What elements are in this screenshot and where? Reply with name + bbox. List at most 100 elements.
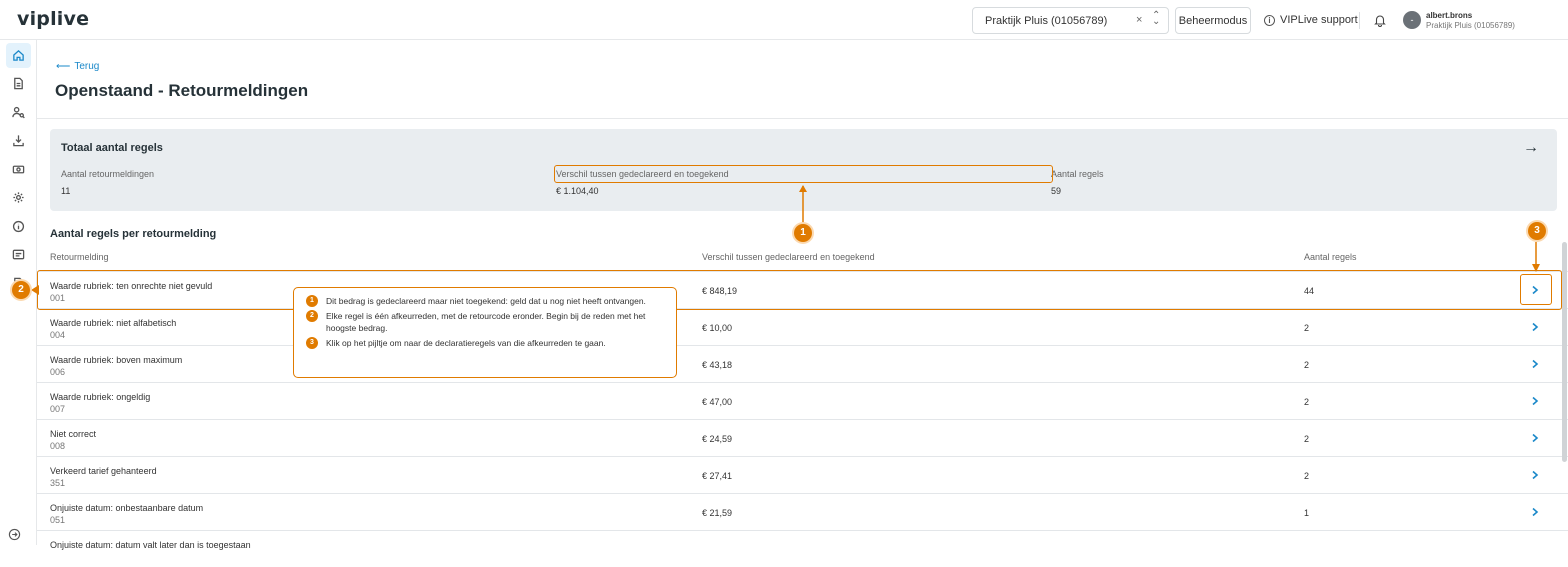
back-label: Terug	[74, 61, 100, 72]
tooltip-badge: 3	[306, 337, 318, 349]
page-title: Openstaand - Retourmeldingen	[55, 81, 309, 100]
info-icon[interactable]	[6, 214, 31, 239]
tooltip-badge: 2	[306, 310, 318, 322]
download-icon[interactable]	[6, 128, 31, 153]
logout-icon[interactable]	[8, 528, 21, 541]
annotation-arrow	[1532, 242, 1540, 272]
divider	[37, 118, 1568, 119]
money-icon[interactable]	[6, 157, 31, 182]
arrow-left-icon: ⟵	[56, 61, 71, 72]
table-row[interactable]: Verkeerd tarief gehanteerd 351 € 27,41 2	[37, 456, 1568, 493]
stat-value: 11	[61, 186, 71, 196]
divider	[1359, 12, 1360, 29]
settings-icon[interactable]	[6, 185, 31, 210]
support-label: VIPLive support	[1280, 14, 1358, 26]
scrollbar[interactable]	[1562, 242, 1567, 462]
annotation-badge: 2	[12, 281, 30, 299]
amount-cell: € 24,59	[702, 434, 733, 444]
reason-code: 007	[50, 404, 66, 414]
amount-cell: € 47,00	[702, 397, 733, 407]
count-cell: 2	[1304, 471, 1310, 481]
amount-cell: € 43,18	[702, 360, 733, 370]
message-icon[interactable]	[6, 242, 31, 267]
reason-name: Verkeerd tarief gehanteerd	[50, 466, 157, 476]
beheermodus-button[interactable]: Beheermodus	[1175, 7, 1251, 34]
patient-search-icon[interactable]	[6, 100, 31, 125]
arrow-right-icon[interactable]: →	[1523, 139, 1539, 157]
tooltip-badge: 1	[306, 295, 318, 307]
reason-cell: Niet correct 008	[50, 428, 96, 452]
chevron-updown-icon[interactable]: ⌃ ⌄	[1152, 11, 1160, 27]
table-row[interactable]: Niet correct 008 € 24,59 2	[37, 419, 1568, 456]
stat-label: Aantal retourmeldingen	[61, 169, 155, 179]
user-practice: Praktijk Pluis (01056789)	[1426, 21, 1515, 30]
bell-icon[interactable]	[1373, 13, 1387, 27]
amount-cell: € 10,00	[702, 323, 733, 333]
reason-name: Waarde rubriek: boven maximum	[50, 355, 183, 365]
table-row[interactable]: Onjuiste datum: onbestaanbare datum 051 €…	[37, 493, 1568, 530]
table-title: Aantal regels per retourmelding	[50, 228, 217, 240]
annotation-arrow	[31, 285, 39, 295]
user-name: albert.brons	[1426, 11, 1473, 20]
chevron-right-icon[interactable]	[1525, 354, 1545, 374]
stat-label: Aantal regels	[1051, 169, 1104, 179]
document-icon[interactable]	[6, 71, 31, 96]
chevron-right-icon[interactable]	[1525, 502, 1545, 522]
reason-cell: Waarde rubriek: ongeldig 007	[50, 391, 150, 415]
tooltip-text: Dit bedrag is gedeclareerd maar niet toe…	[326, 296, 646, 306]
reason-name: Waarde rubriek: ongeldig	[50, 392, 151, 402]
amount-cell: € 27,41	[702, 471, 733, 481]
tooltip-item: 2 Elke regel is één afkeurreden, met de r…	[306, 310, 666, 334]
reason-name: Niet correct	[50, 429, 97, 439]
info-icon: i	[1264, 14, 1275, 26]
top-bar: viplive Praktijk Pluis (01056789) × ⌃ ⌄ B…	[0, 0, 1568, 40]
summary-title: Totaal aantal regels	[61, 142, 163, 154]
reason-name: Onjuiste datum: onbestaanbare datum	[50, 503, 204, 513]
tooltip-text: Elke regel is één afkeurreden, met de re…	[326, 311, 646, 333]
tooltip-item: 3 Klik op het pijltje om naar de declarat…	[306, 337, 666, 349]
count-cell: 2	[1304, 323, 1310, 333]
reason-code: 351	[50, 478, 66, 488]
chevron-right-icon[interactable]	[1525, 428, 1545, 448]
chevron-right-icon[interactable]	[1525, 317, 1545, 337]
reason-code: 051	[50, 515, 66, 525]
reason-cell: Onjuiste datum: datum valt later dan is …	[50, 539, 251, 551]
tooltip-text: Klik op het pijltje om naar de declarati…	[326, 338, 606, 348]
reason-cell: Waarde rubriek: niet alfabetisch 004	[50, 317, 176, 341]
amount-cell: € 21,59	[702, 508, 733, 518]
table-row[interactable]: Waarde rubriek: ongeldig 007 € 47,00 2	[37, 382, 1568, 419]
practice-select-value: Praktijk Pluis (01056789)	[985, 15, 1108, 27]
user-menu[interactable]: albert.brons Praktijk Pluis (01056789)	[1426, 11, 1515, 31]
tooltip-item: 1 Dit bedrag is gedeclareerd maar niet to…	[306, 295, 666, 307]
column-header: Retourmelding	[50, 252, 109, 262]
count-cell: 1	[1304, 508, 1310, 518]
reason-name: Onjuiste datum: datum valt later dan is …	[50, 540, 251, 550]
app-logo[interactable]: viplive	[17, 8, 89, 30]
table-row[interactable]: Waarde rubriek: boven maximum 006 € 43,18…	[37, 345, 1568, 382]
practice-select[interactable]: Praktijk Pluis (01056789) × ⌃ ⌄	[972, 7, 1169, 34]
count-cell: 2	[1304, 360, 1310, 370]
chevron-right-icon[interactable]	[1525, 465, 1545, 485]
column-header: Aantal regels	[1304, 252, 1357, 262]
column-header: Verschil tussen gedeclareerd en toegeken…	[702, 252, 875, 262]
highlight-box	[37, 270, 1562, 310]
annotation-tooltip: 1 Dit bedrag is gedeclareerd maar niet to…	[293, 287, 677, 378]
table-row[interactable]: Waarde rubriek: niet alfabetisch 004 € 10…	[37, 308, 1568, 345]
count-cell: 2	[1304, 434, 1310, 444]
reason-cell: Verkeerd tarief gehanteerd 351	[50, 465, 157, 489]
table-row[interactable]: Onjuiste datum: datum valt later dan is …	[37, 530, 1568, 567]
chevron-right-icon[interactable]	[1525, 391, 1545, 411]
reason-cell: Onjuiste datum: onbestaanbare datum 051	[50, 502, 203, 526]
clear-icon[interactable]: ×	[1136, 14, 1142, 26]
home-icon[interactable]	[6, 43, 31, 68]
annotation-badge: 3	[1528, 222, 1546, 240]
annotation-arrow	[799, 185, 807, 225]
support-link[interactable]: i VIPLive support	[1264, 14, 1358, 26]
reason-code: 004	[50, 330, 66, 340]
avatar[interactable]: -	[1403, 11, 1421, 29]
reason-code: 008	[50, 441, 66, 451]
highlight-box	[554, 165, 1053, 183]
reason-cell: Waarde rubriek: boven maximum 006	[50, 354, 182, 378]
back-link[interactable]: ⟵ Terug	[56, 61, 99, 72]
stat-value: 59	[1051, 186, 1062, 196]
